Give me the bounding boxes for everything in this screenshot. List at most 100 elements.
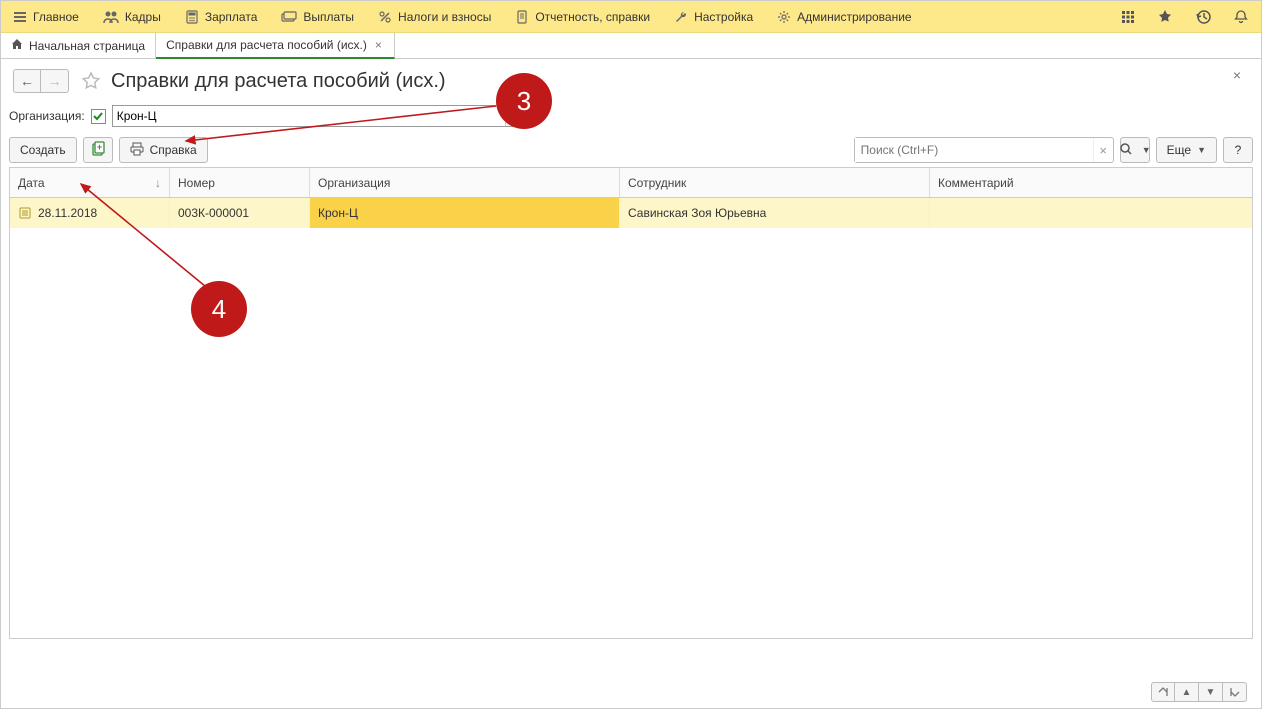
top-menu-bar: Главное Кадры Зарплата Выплаты Налоги и … (1, 1, 1261, 33)
page-last-button[interactable] (1223, 682, 1247, 702)
cell-date: 28.11.2018 (10, 198, 170, 228)
cards-icon (281, 11, 297, 23)
history-icon[interactable] (1191, 5, 1215, 29)
col-header-employee[interactable]: Сотрудник (620, 168, 930, 197)
gear-icon (777, 10, 791, 24)
print-button[interactable]: Справка (119, 137, 208, 163)
favorites-star-icon[interactable] (1153, 5, 1177, 29)
page-first-button[interactable] (1151, 682, 1175, 702)
cell-employee: Савинская Зоя Юрьевна (620, 198, 930, 228)
menu-label: Администрирование (797, 10, 911, 24)
table-row[interactable]: 28.11.2018 003К-000001 Крон-Ц Савинская … (10, 198, 1252, 228)
cell-text: Савинская Зоя Юрьевна (628, 206, 766, 220)
menu-item-taxes[interactable]: Налоги и взносы (366, 1, 503, 33)
toolbar-row: Создать + Справка × ▼ Еще ▼ ? (1, 133, 1261, 167)
cell-text: 003К-000001 (178, 206, 249, 220)
top-menu-right (1117, 5, 1261, 29)
cell-text: Крон-Ц (318, 206, 358, 220)
copy-new-button[interactable]: + (83, 137, 113, 163)
badge-label: 4 (212, 294, 226, 325)
menu-icon (13, 10, 27, 24)
favorite-star-icon[interactable] (81, 71, 101, 91)
top-menu-left: Главное Кадры Зарплата Выплаты Налоги и … (1, 1, 1117, 33)
search-clear-icon[interactable]: × (1093, 138, 1113, 162)
help-button[interactable]: ? (1223, 137, 1253, 163)
menu-item-admin[interactable]: Администрирование (765, 1, 923, 33)
page-title: Справки для расчета пособий (исх.) (111, 70, 446, 93)
menu-label: Настройка (694, 10, 753, 24)
col-header-date[interactable]: Дата (10, 168, 170, 197)
close-page-icon[interactable]: × (1233, 67, 1241, 83)
nav-forward-button[interactable]: → (41, 69, 69, 93)
search-icon (1119, 142, 1133, 159)
close-tab-icon[interactable]: × (373, 38, 384, 52)
create-label: Создать (20, 143, 66, 157)
cell-text: 28.11.2018 (38, 206, 97, 220)
col-header-label: Номер (178, 176, 215, 190)
col-header-label: Сотрудник (628, 176, 686, 190)
tab-certificates[interactable]: Справки для расчета пособий (исх.) × (156, 33, 395, 59)
col-header-comment[interactable]: Комментарий (930, 168, 1252, 197)
table-paging: ▲ ▼ (1151, 682, 1247, 702)
tab-label: Начальная страница (29, 39, 145, 53)
wrench-icon (674, 10, 688, 24)
help-label: ? (1235, 143, 1242, 157)
menu-item-reports[interactable]: Отчетность, справки (503, 1, 662, 33)
annotation-badge-3: 3 (496, 73, 552, 129)
col-header-label: Организация (318, 176, 390, 190)
calculator-icon (185, 10, 199, 24)
apps-grid-icon[interactable] (1117, 6, 1139, 28)
documents-table: Дата Номер Организация Сотрудник Коммент… (9, 167, 1253, 639)
filter-org-checkbox[interactable] (91, 109, 106, 124)
more-label: Еще (1167, 143, 1191, 157)
menu-label: Главное (33, 10, 79, 24)
menu-item-settings[interactable]: Настройка (662, 1, 765, 33)
copy-new-icon: + (90, 141, 106, 160)
filter-org-label: Организация: (9, 109, 85, 123)
percent-icon (378, 10, 392, 24)
menu-label: Налоги и взносы (398, 10, 491, 24)
menu-item-payments[interactable]: Выплаты (269, 1, 366, 33)
col-header-label: Комментарий (938, 176, 1014, 190)
menu-label: Выплаты (303, 10, 354, 24)
cell-comment (930, 198, 1252, 228)
document-icon (515, 10, 529, 24)
menu-item-hr[interactable]: Кадры (91, 1, 173, 33)
page-up-button[interactable]: ▲ (1175, 682, 1199, 702)
table-header: Дата Номер Организация Сотрудник Коммент… (10, 168, 1252, 198)
tab-bar: Начальная страница Справки для расчета п… (1, 33, 1261, 59)
col-header-org[interactable]: Организация (310, 168, 620, 197)
search-button[interactable]: ▼ (1120, 137, 1150, 163)
more-button[interactable]: Еще ▼ (1156, 137, 1217, 163)
badge-label: 3 (517, 86, 531, 117)
filter-row: Организация: ▼ (1, 99, 1261, 133)
nav-buttons: ← → (13, 69, 69, 93)
tab-home[interactable]: Начальная страница (1, 33, 156, 59)
title-row: ← → Справки для расчета пособий (исх.) × (1, 59, 1261, 99)
menu-label: Отчетность, справки (535, 10, 650, 24)
search-box[interactable]: × (854, 137, 1114, 163)
home-icon (11, 38, 23, 53)
col-header-number[interactable]: Номер (170, 168, 310, 197)
people-icon (103, 10, 119, 24)
menu-item-salary[interactable]: Зарплата (173, 1, 270, 33)
create-button[interactable]: Создать (9, 137, 77, 163)
printer-icon (130, 142, 144, 159)
cell-number: 003К-000001 (170, 198, 310, 228)
annotation-badge-4: 4 (191, 281, 247, 337)
cell-org: Крон-Ц (310, 198, 620, 228)
tab-label: Справки для расчета пособий (исх.) (166, 38, 367, 52)
caret-down-icon: ▼ (1197, 145, 1206, 155)
search-input[interactable] (855, 138, 1093, 162)
org-select[interactable]: ▼ (112, 105, 522, 127)
table-body: 28.11.2018 003К-000001 Крон-Ц Савинская … (10, 198, 1252, 638)
nav-back-button[interactable]: ← (13, 69, 41, 93)
svg-text:+: + (96, 142, 101, 152)
org-input-field[interactable] (113, 106, 505, 126)
col-header-label: Дата (18, 176, 45, 190)
menu-label: Кадры (125, 10, 161, 24)
page-down-button[interactable]: ▼ (1199, 682, 1223, 702)
menu-item-main[interactable]: Главное (1, 1, 91, 33)
bell-icon[interactable] (1229, 5, 1253, 29)
print-label: Справка (150, 143, 197, 157)
